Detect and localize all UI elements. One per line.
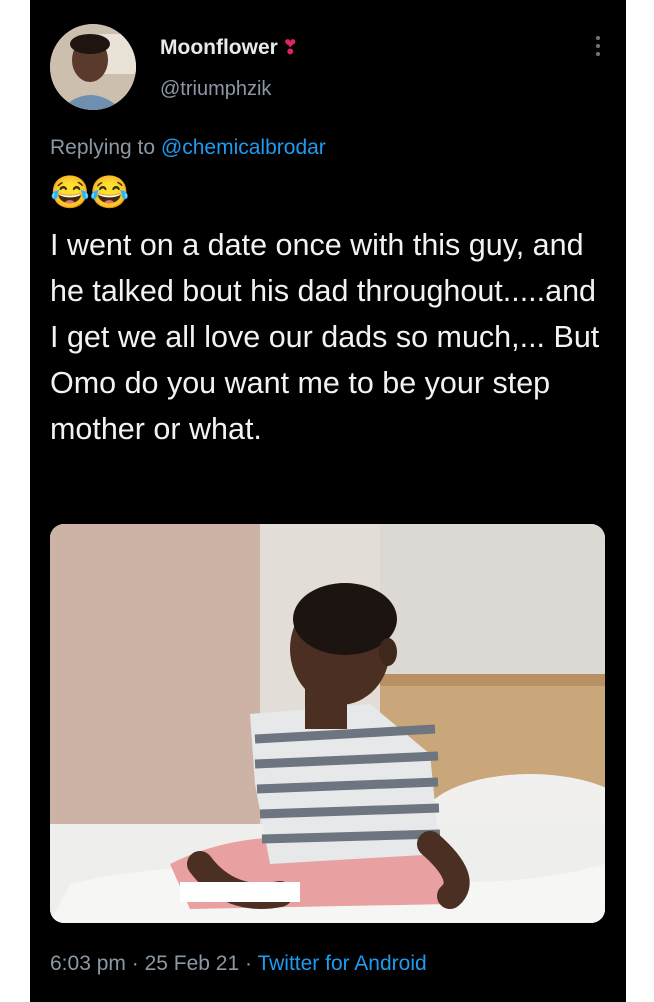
laughing-emoji-icons: 😂😂 xyxy=(50,174,130,210)
tweet-text: I went on a date once with this guy, and… xyxy=(50,228,600,446)
reply-mention-link[interactable]: @chemicalbrodar xyxy=(161,136,326,159)
avatar-image xyxy=(50,24,136,110)
avatar[interactable] xyxy=(50,24,136,110)
author-display-name[interactable]: Moonflower xyxy=(160,36,278,60)
author-name-row[interactable]: Moonflower ❣ xyxy=(160,36,299,60)
heart-exclamation-icon: ❣ xyxy=(281,37,299,59)
meta-separator: · xyxy=(239,952,258,975)
tweet-card[interactable]: Moonflower ❣ @triumphzik Replying to @ch… xyxy=(30,0,626,1002)
tweet-date[interactable]: 25 Feb 21 xyxy=(145,952,240,975)
tweet-source-link[interactable]: Twitter for Android xyxy=(257,952,426,975)
more-vertical-icon[interactable] xyxy=(596,36,602,60)
replying-to-line: Replying to @chemicalbrodar xyxy=(50,136,326,160)
meta-separator: · xyxy=(125,952,145,975)
replying-to-label: Replying to xyxy=(50,136,161,159)
author-handle[interactable]: @triumphzik xyxy=(160,78,271,101)
tweet-media-image[interactable] xyxy=(50,524,605,923)
tweet-metadata: 6:03 pm · 25 Feb 21 · Twitter for Androi… xyxy=(50,952,427,976)
tweet-time[interactable]: 6:03 pm xyxy=(50,952,126,975)
child-on-bed-photo xyxy=(50,524,605,923)
